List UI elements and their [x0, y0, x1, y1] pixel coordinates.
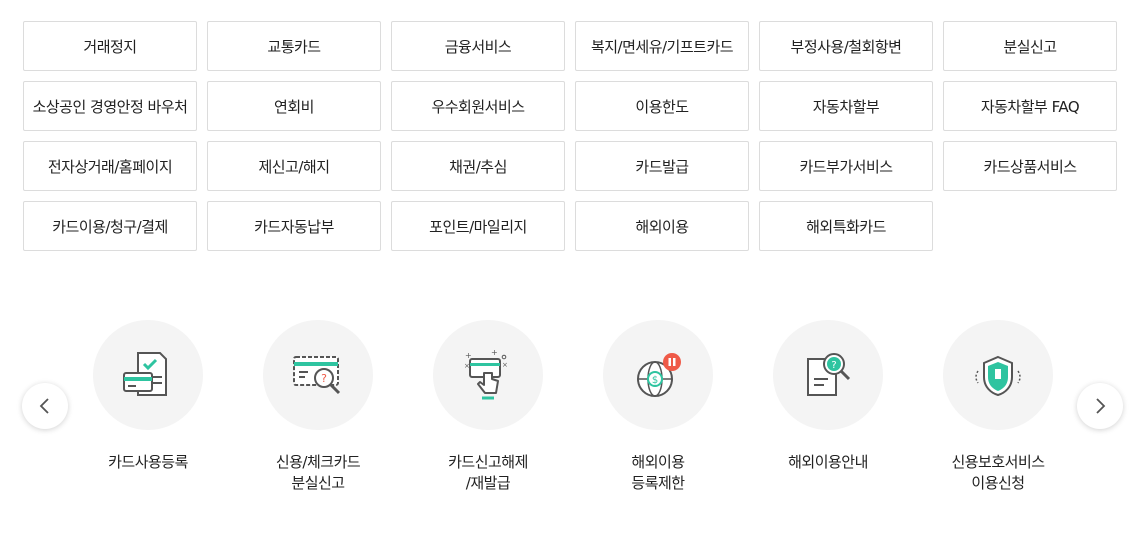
category-button[interactable]: 포인트/마일리지	[391, 201, 565, 251]
category-button[interactable]: 우수회원서비스	[391, 81, 565, 131]
category-button[interactable]: 카드발급	[575, 141, 749, 191]
service-lost-card[interactable]: ? 신용/체크카드 분실신고	[233, 320, 403, 494]
service-label: 해외이용 등록제한	[631, 453, 685, 492]
category-button[interactable]: 부정사용/철회항변	[759, 21, 933, 71]
service-label: 해외이용안내	[788, 453, 868, 471]
category-button[interactable]: 해외이용	[575, 201, 749, 251]
category-button[interactable]: 카드이용/청구/결제	[23, 201, 197, 251]
category-button[interactable]: 교통카드	[207, 21, 381, 71]
category-button[interactable]: 제신고/해지	[207, 141, 381, 191]
service-icon-circle	[943, 320, 1053, 430]
service-label: 카드사용등록	[108, 453, 188, 471]
category-button[interactable]: 자동차할부	[759, 81, 933, 131]
service-icon-circle: ?	[773, 320, 883, 430]
category-button[interactable]: 이용한도	[575, 81, 749, 131]
category-button[interactable]: 연회비	[207, 81, 381, 131]
category-button[interactable]: 해외특화카드	[759, 201, 933, 251]
category-button[interactable]: 소상공인 경영안정 바우처	[23, 81, 197, 131]
service-credit-protect[interactable]: 신용보호서비스 이용신청	[913, 320, 1083, 494]
category-button[interactable]: 카드상품서비스	[943, 141, 1117, 191]
service-icon-circle: + + × ×	[433, 320, 543, 430]
category-button[interactable]: 카드자동납부	[207, 201, 381, 251]
category-button[interactable]: 전자상거래/홈페이지	[23, 141, 197, 191]
category-button[interactable]: 금융서비스	[391, 21, 565, 71]
service-carousel: 카드사용등록 ? 신용/체크카드 분실신고 + + × × 카드신고해제 /재발…	[0, 320, 1138, 520]
svg-text:?: ?	[831, 360, 836, 371]
service-overseas-guide[interactable]: ? 해외이용안내	[743, 320, 913, 473]
category-button[interactable]: 채권/추심	[391, 141, 565, 191]
lost-card-icon: ?	[293, 356, 341, 395]
service-overseas-restrict[interactable]: $ 해외이용 등록제한	[573, 320, 743, 494]
service-card-register[interactable]: 카드사용등록	[63, 320, 233, 473]
card-release-icon: + + × ×	[464, 348, 508, 400]
category-button[interactable]: 카드부가서비스	[759, 141, 933, 191]
service-icon-circle	[93, 320, 203, 430]
svg-text:?: ?	[321, 372, 327, 385]
overseas-restrict-icon: $	[637, 353, 681, 397]
category-grid: 거래정지 교통카드 금융서비스 복지/면세유/기프트카드 부정사용/철회항변 분…	[23, 21, 1117, 251]
svg-text:+: +	[491, 348, 498, 357]
category-button[interactable]: 복지/면세유/기프트카드	[575, 21, 749, 71]
service-label: 신용보호서비스 이용신청	[951, 453, 1045, 492]
svg-text:×: ×	[502, 361, 508, 369]
category-button[interactable]: 자동차할부 FAQ	[943, 81, 1117, 131]
service-label: 신용/체크카드 분실신고	[275, 453, 361, 492]
category-button[interactable]: 거래정지	[23, 21, 197, 71]
service-icon-circle: ?	[263, 320, 373, 430]
svg-text:$: $	[652, 375, 658, 386]
category-button[interactable]: 분실신고	[943, 21, 1117, 71]
overseas-guide-icon: ?	[807, 353, 851, 396]
svg-text:×: ×	[464, 362, 470, 370]
credit-protect-icon	[975, 355, 1021, 397]
service-card-release[interactable]: + + × × 카드신고해제 /재발급	[403, 320, 573, 494]
service-icon-circle: $	[603, 320, 713, 430]
card-register-icon	[123, 352, 167, 396]
service-label: 카드신고해제 /재발급	[448, 453, 528, 492]
